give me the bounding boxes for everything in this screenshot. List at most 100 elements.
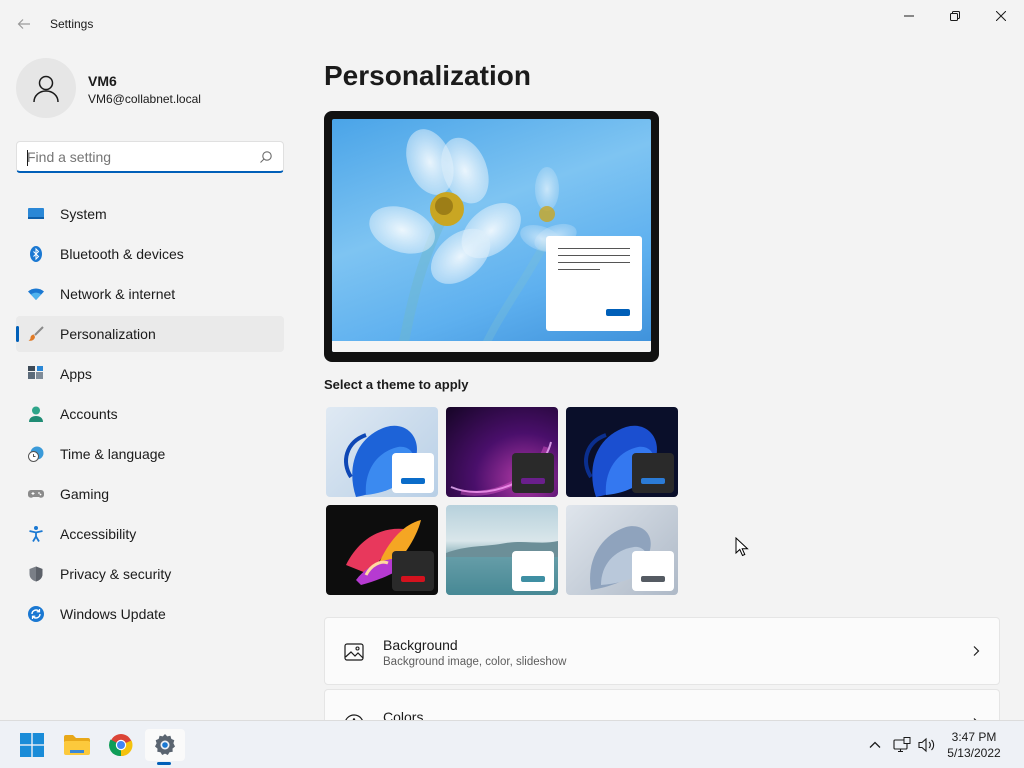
minimize-icon xyxy=(904,15,914,17)
sidebar-item-apps[interactable]: Apps xyxy=(16,356,284,392)
theme-window-swatch xyxy=(392,453,434,493)
colors-card[interactable]: Colors xyxy=(324,689,1000,720)
ethernet-monitor-icon xyxy=(893,737,911,753)
sidebar-item-label: Apps xyxy=(60,366,92,382)
bluetooth-icon xyxy=(30,246,42,262)
settings-taskbar-button[interactable] xyxy=(145,729,185,761)
preview-text-line xyxy=(558,269,600,270)
preview-text-line xyxy=(558,248,630,249)
preview-dialog-window xyxy=(546,236,642,331)
text-caret xyxy=(27,150,28,166)
volume-icon xyxy=(918,737,935,753)
theme-window-swatch xyxy=(632,453,674,493)
accounts-icon xyxy=(29,406,43,422)
start-button[interactable] xyxy=(12,729,52,761)
user-email: VM6@collabnet.local xyxy=(88,92,201,106)
sidebar-item-label: Accessibility xyxy=(60,526,137,542)
clock-globe-icon xyxy=(28,446,44,462)
theme-window-swatch xyxy=(512,551,554,591)
sidebar-item-system[interactable]: System xyxy=(16,196,284,232)
sidebar-item-label: Gaming xyxy=(60,486,110,502)
theme-accent-bar xyxy=(401,576,425,582)
theme-window-swatch xyxy=(512,453,554,493)
theme-window-swatch xyxy=(392,551,434,591)
card-subtitle: Background image, color, slideshow xyxy=(383,656,567,668)
close-icon xyxy=(996,11,1006,21)
clock-time[interactable]: 3:47 PM xyxy=(940,730,1008,744)
theme-glow[interactable] xyxy=(446,407,558,497)
sidebar-item-label: Network & internet xyxy=(60,286,176,302)
theme-windows-light[interactable] xyxy=(326,407,438,497)
preview-text-line xyxy=(558,255,630,256)
shield-icon xyxy=(29,566,43,582)
search-icon[interactable] xyxy=(259,150,273,164)
update-icon xyxy=(28,606,44,622)
gamepad-icon xyxy=(28,490,44,498)
file-explorer-button[interactable] xyxy=(57,729,97,761)
user-name: VM6 xyxy=(88,73,117,89)
sidebar-item-windows-update[interactable]: Windows Update xyxy=(16,596,284,632)
sidebar-nav: System Bluetooth & devices Network & int… xyxy=(16,196,284,636)
sidebar-item-bluetooth[interactable]: Bluetooth & devices xyxy=(16,236,284,272)
sidebar-item-label: Accounts xyxy=(60,406,118,422)
theme-accent-bar xyxy=(521,478,545,484)
sidebar-item-network[interactable]: Network & internet xyxy=(16,276,284,312)
preview-taskbar xyxy=(332,341,651,352)
restore-icon xyxy=(950,11,960,21)
themes-label: Select a theme to apply xyxy=(324,377,469,392)
sidebar-item-accessibility[interactable]: Accessibility xyxy=(16,516,284,552)
sidebar-item-label: Windows Update xyxy=(60,606,166,622)
close-button[interactable] xyxy=(978,0,1024,32)
user-icon xyxy=(33,75,59,103)
theme-window-swatch xyxy=(632,551,674,591)
page-title: Personalization xyxy=(324,60,531,91)
search-input[interactable] xyxy=(27,149,247,165)
sidebar-item-label: System xyxy=(60,206,107,222)
restore-button[interactable] xyxy=(932,0,978,32)
sidebar-item-privacy[interactable]: Privacy & security xyxy=(16,556,284,592)
sidebar-item-label: Time & language xyxy=(60,446,166,462)
theme-captured-motion[interactable] xyxy=(326,505,438,595)
preview-text-line xyxy=(558,262,630,263)
sidebar-item-time-language[interactable]: Time & language xyxy=(16,436,284,472)
theme-windows-dark[interactable] xyxy=(566,407,678,497)
start-icon xyxy=(20,733,44,757)
sidebar-item-personalization[interactable]: Personalization xyxy=(16,316,284,352)
theme-preview xyxy=(324,111,659,362)
app-title: Settings xyxy=(50,17,94,31)
accessibility-icon xyxy=(29,526,43,542)
taskbar: 3:47 PM 5/13/2022 xyxy=(0,720,1024,768)
desktop-preview-wallpaper xyxy=(332,119,651,352)
sidebar-item-gaming[interactable]: Gaming xyxy=(16,476,284,512)
system-icon xyxy=(28,208,44,219)
theme-sunrise[interactable] xyxy=(446,505,558,595)
mouse-cursor-icon xyxy=(735,537,749,557)
network-tray-button[interactable] xyxy=(893,736,911,754)
background-card[interactable]: Background Background image, color, slid… xyxy=(324,617,1000,685)
chrome-button[interactable] xyxy=(101,729,141,761)
sidebar-item-accounts[interactable]: Accounts xyxy=(16,396,284,432)
chevron-right-icon xyxy=(973,646,980,656)
settings-icon xyxy=(155,734,175,755)
card-title: Colors xyxy=(383,709,424,720)
show-hidden-icons-button[interactable] xyxy=(866,736,884,754)
active-app-indicator xyxy=(157,762,171,765)
sidebar-item-label: Privacy & security xyxy=(60,566,172,582)
back-arrow-icon xyxy=(17,19,30,29)
card-title: Background xyxy=(383,637,458,653)
sidebar-item-label: Bluetooth & devices xyxy=(60,246,184,262)
sidebar-item-label: Personalization xyxy=(60,326,156,342)
title-bar: Settings xyxy=(0,0,1024,48)
theme-accent-bar xyxy=(641,576,665,582)
theme-flow[interactable] xyxy=(566,505,678,595)
minimize-button[interactable] xyxy=(886,0,932,32)
volume-tray-button[interactable] xyxy=(918,736,936,754)
theme-accent-bar xyxy=(401,478,425,484)
chrome-icon xyxy=(109,734,133,757)
search-box[interactable] xyxy=(16,141,284,173)
back-button[interactable] xyxy=(12,12,36,36)
chevron-up-icon xyxy=(869,741,881,748)
avatar[interactable] xyxy=(16,58,76,118)
image-icon xyxy=(344,643,364,661)
clock-date[interactable]: 5/13/2022 xyxy=(940,746,1008,760)
